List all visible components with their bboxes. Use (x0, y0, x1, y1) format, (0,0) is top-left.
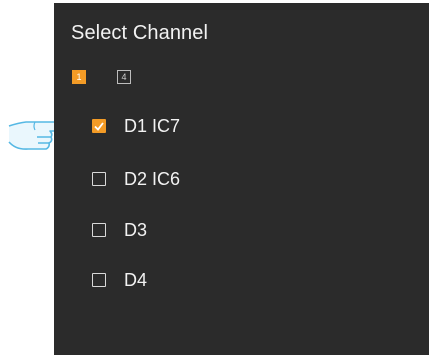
channel-row-d4[interactable]: D4 (92, 267, 147, 293)
channel-d1-checkbox[interactable] (92, 119, 106, 133)
channel-d2-checkbox[interactable] (92, 172, 106, 186)
page: Select Channel 1 4 D1 IC7 D2 IC6 D3 D4 (0, 0, 432, 360)
layout-4-button[interactable]: 4 (117, 70, 131, 84)
channel-d3-checkbox[interactable] (92, 223, 106, 237)
checkmark-icon (94, 121, 104, 131)
channel-d3-label: D3 (124, 220, 148, 240)
panel-title: Select Channel (71, 22, 209, 44)
channel-row-d2[interactable]: D2 IC6 (92, 166, 180, 192)
channel-d1-label: D1 IC7 (124, 116, 181, 136)
layout-1-button[interactable]: 1 (72, 70, 86, 84)
select-channel-panel: Select Channel 1 4 D1 IC7 D2 IC6 D3 D4 (54, 3, 429, 355)
channel-d4-label: D4 (124, 270, 148, 290)
channel-row-d1[interactable]: D1 IC7 (92, 113, 180, 139)
channel-d2-label: D2 IC6 (124, 169, 181, 189)
channel-d4-checkbox[interactable] (92, 273, 106, 287)
channel-row-d3[interactable]: D3 (92, 217, 147, 243)
